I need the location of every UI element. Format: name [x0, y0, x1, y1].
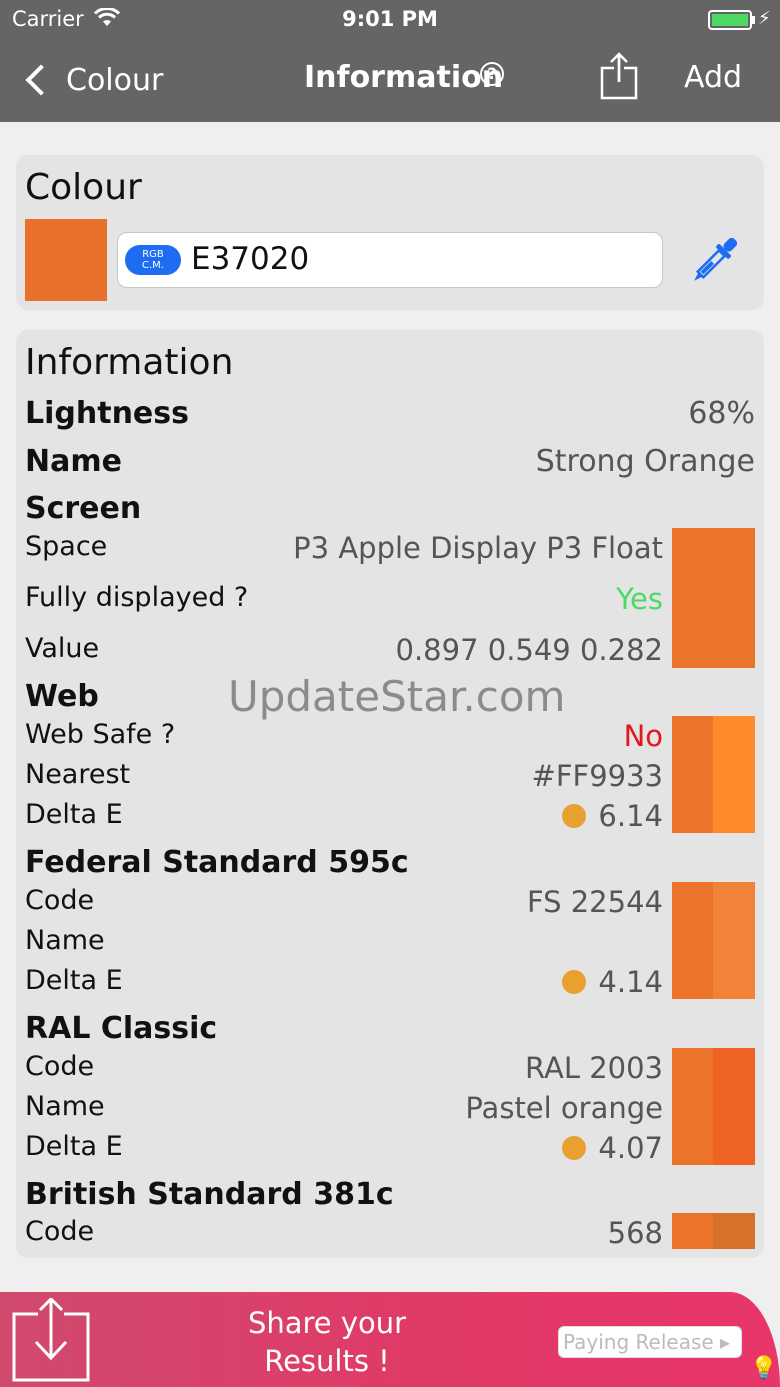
fully-displayed-label: Fully displayed ?	[25, 582, 249, 613]
value-row: Value 0.897 0.549 0.282	[25, 633, 663, 673]
ral-code-label: Code	[25, 1051, 95, 1082]
ral-delta-row: Delta E 4.07	[25, 1131, 663, 1171]
federal-swatch-match	[713, 882, 755, 999]
back-label: Colour	[66, 62, 164, 98]
federal-swatch	[672, 882, 755, 999]
delta-indicator-icon	[562, 1136, 587, 1160]
federal-delta-number: 4.14	[598, 965, 663, 999]
charging-icon: ⚡	[758, 8, 771, 29]
help-icon[interactable]: ?	[480, 62, 504, 86]
web-swatch	[672, 716, 755, 833]
delta-indicator-icon	[562, 804, 587, 828]
share-icon[interactable]	[600, 52, 638, 100]
hex-input[interactable]: RGB C.M. E37020	[117, 232, 663, 288]
hex-value: E37020	[191, 241, 310, 277]
british-code-row: Code 568	[25, 1216, 663, 1256]
web-delta-row: Delta E 6.14	[25, 799, 663, 839]
colour-swatch[interactable]	[25, 219, 107, 301]
ral-name-label: Name	[25, 1091, 105, 1122]
fully-displayed-value: Yes	[616, 582, 663, 616]
web-delta-number: 6.14	[598, 799, 663, 833]
nearest-value: #FF9933	[531, 759, 663, 793]
add-button[interactable]: Add	[684, 60, 742, 95]
share-results-text: Share your Results !	[200, 1304, 454, 1380]
british-swatch-original	[672, 1213, 714, 1249]
paying-release-button[interactable]: Paying Release ▸	[558, 1326, 742, 1358]
lightness-label: Lightness	[25, 396, 189, 431]
federal-swatch-original	[672, 882, 714, 999]
space-row: Space P3 Apple Display P3 Float	[25, 531, 663, 571]
screen-heading: Screen	[25, 491, 142, 526]
ral-heading: RAL Classic	[25, 1011, 218, 1046]
nearest-row: Nearest #FF9933	[25, 759, 663, 799]
ral-swatch-original	[672, 1048, 714, 1165]
clock: 9:01 PM	[342, 7, 438, 31]
share-line-1: Share your	[247, 1306, 407, 1340]
share-banner[interactable]: Share your Results ! Paying Release ▸ 💡	[0, 1292, 780, 1387]
federal-delta-row: Delta E 4.14	[25, 965, 663, 1005]
name-row: Name Strong Orange	[25, 444, 755, 484]
web-delta-value: 6.14	[562, 799, 663, 833]
share-results-icon[interactable]	[12, 1298, 92, 1382]
web-safe-value: No	[623, 719, 663, 753]
name-label: Name	[25, 444, 122, 479]
colour-card-title: Colour	[25, 167, 142, 208]
information-card-title: Information	[25, 342, 234, 383]
fully-displayed-row: Fully displayed ? Yes	[25, 582, 663, 622]
value-label: Value	[25, 633, 100, 664]
federal-code-row: Code FS 22544	[25, 885, 663, 925]
lightness-row: Lightness 68%	[25, 396, 755, 436]
ral-swatch	[672, 1048, 755, 1165]
eyedropper-icon[interactable]	[684, 231, 744, 291]
value-value: 0.897 0.549 0.282	[395, 633, 664, 667]
lightbulb-icon: 💡	[750, 1356, 778, 1381]
british-heading: British Standard 381c	[25, 1177, 394, 1212]
ral-delta-value: 4.07	[562, 1131, 663, 1165]
delta-indicator-icon	[562, 970, 587, 994]
nearest-label: Nearest	[25, 759, 131, 790]
federal-heading: Federal Standard 595c	[25, 845, 409, 880]
paying-release-label: Paying Release	[563, 1330, 714, 1354]
british-code-value: 568	[607, 1216, 663, 1250]
federal-code-value: FS 22544	[526, 885, 663, 919]
web-swatch-nearest	[713, 716, 755, 833]
british-swatch	[672, 1213, 755, 1249]
ral-delta-label: Delta E	[25, 1131, 123, 1162]
battery-icon	[708, 10, 752, 30]
ral-delta-number: 4.07	[598, 1131, 663, 1165]
british-code-label: Code	[25, 1216, 95, 1247]
colour-card: Colour RGB C.M. E37020	[16, 155, 764, 310]
information-card: Information Lightness 68% Name Strong Or…	[16, 330, 764, 1258]
chevron-left-icon	[25, 64, 57, 96]
web-heading: Web	[25, 679, 99, 714]
web-swatch-original	[672, 716, 714, 833]
back-button[interactable]: Colour	[20, 58, 163, 102]
space-label: Space	[25, 531, 108, 562]
web-safe-label: Web Safe ?	[25, 719, 176, 750]
british-swatch-match	[713, 1213, 755, 1249]
space-value: P3 Apple Display P3 Float	[293, 531, 663, 565]
ral-swatch-match	[713, 1048, 755, 1165]
name-value: Strong Orange	[535, 444, 755, 479]
ral-code-value: RAL 2003	[525, 1051, 663, 1085]
ral-name-value: Pastel orange	[465, 1091, 663, 1125]
share-line-2: Results !	[264, 1344, 390, 1378]
web-delta-label: Delta E	[25, 799, 123, 830]
color-model-badge[interactable]: RGB C.M.	[125, 245, 181, 275]
ral-code-row: Code RAL 2003	[25, 1051, 663, 1091]
navigation-bar: Carrier 9:01 PM ⚡ Colour Information ? A…	[0, 0, 780, 122]
page-title: Information	[304, 60, 504, 95]
web-safe-row: Web Safe ? No	[25, 719, 663, 759]
battery-tip	[752, 16, 755, 24]
status-bar: Carrier 9:01 PM ⚡	[0, 0, 780, 40]
federal-code-label: Code	[25, 885, 95, 916]
federal-name-row: Name	[25, 925, 663, 965]
federal-delta-label: Delta E	[25, 965, 123, 996]
ral-name-row: Name Pastel orange	[25, 1091, 663, 1131]
lightness-value: 68%	[688, 396, 755, 431]
watermark: UpdateStar.com	[228, 672, 566, 721]
screen-swatch	[672, 528, 755, 668]
federal-delta-value: 4.14	[562, 965, 663, 999]
federal-name-label: Name	[25, 925, 105, 956]
